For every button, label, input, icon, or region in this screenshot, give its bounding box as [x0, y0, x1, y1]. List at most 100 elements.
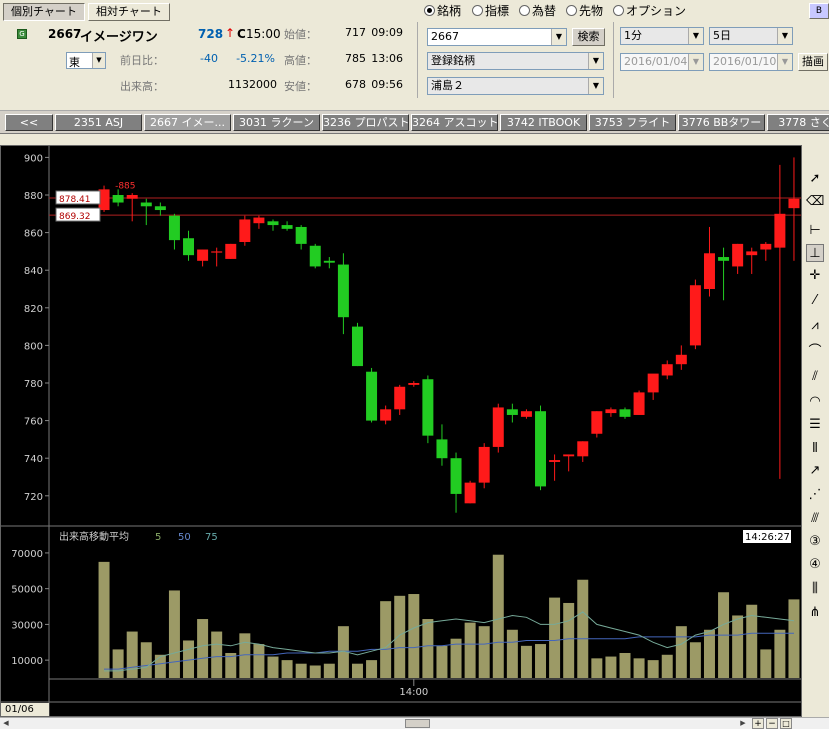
volume-ma-title: 出来高移動平均 [59, 530, 129, 543]
candle-body [351, 326, 363, 367]
volume-bar [520, 645, 532, 678]
scroll-thumb[interactable] [405, 719, 430, 728]
price-tick-label: 800 [24, 341, 43, 352]
fan-lines-icon[interactable]: ⩘ [806, 317, 824, 335]
three-point-icon[interactable]: ③ [806, 533, 824, 551]
tab-individual-chart[interactable]: 個別チャート [3, 3, 85, 21]
candle-body [760, 243, 772, 250]
registered-select[interactable]: 登録銘柄 ▼ [427, 52, 604, 70]
candle-body [450, 458, 462, 494]
tab-prev[interactable]: << [5, 114, 53, 131]
volume-tick-label: 70000 [11, 549, 43, 560]
ray-icon[interactable]: ↗ [806, 462, 824, 480]
market-select[interactable]: 東 ▼ [66, 52, 106, 69]
cursor-icon[interactable]: ➚ [806, 170, 824, 188]
marker-label-lower: 869.32 [59, 212, 91, 222]
zoom-in-icon[interactable]: + [752, 718, 764, 729]
tab-2667[interactable]: 2667 イメー... [144, 114, 231, 131]
tab-relative-chart[interactable]: 相対チャート [88, 3, 170, 21]
horizontal-line-icon[interactable]: ⊢ [806, 222, 824, 240]
radio-futures[interactable]: 先物 [566, 4, 603, 18]
chart-svg[interactable]: 900 880 860 840 820 800 780 760 740 720 878.41 869.… [1, 146, 801, 716]
fib-time-icon[interactable]: ⦀ [806, 440, 824, 458]
radio-index[interactable]: 指標 [472, 4, 509, 18]
cycle-lines-icon[interactable]: ⫼ [806, 580, 824, 598]
stock-name: イメージワン [80, 30, 158, 45]
market-value: 東 [69, 56, 80, 69]
tab-3742[interactable]: 3742 ITBOOK [500, 114, 587, 131]
volume-bar [464, 622, 476, 678]
corner-b-button[interactable]: B [809, 3, 829, 19]
eraser-icon[interactable]: ⌫ [806, 193, 824, 211]
volume-bar [647, 660, 659, 678]
volume-bar [126, 631, 138, 678]
candle-body [774, 213, 786, 248]
price-tick-label: 780 [24, 379, 43, 390]
tab-3778[interactable]: 3778 さくら [767, 114, 829, 131]
tab-3236[interactable]: 3236 プロパスト [322, 114, 409, 131]
volume-bar [366, 660, 378, 678]
candle-body [183, 238, 195, 256]
price-tick-label: 840 [24, 266, 43, 277]
scroll-left-arrow-icon[interactable]: ◀ [0, 718, 12, 729]
date-to-select[interactable]: 2016/01/10 ▼ [709, 53, 793, 71]
candle-body [605, 409, 617, 414]
four-point-icon[interactable]: ④ [806, 556, 824, 574]
candle-body [168, 215, 180, 241]
change-value: -40 [200, 52, 218, 65]
radio-symbol[interactable]: 銘柄 [424, 4, 461, 18]
fib-arc-icon[interactable]: ◠ [806, 393, 824, 411]
vertical-line-icon[interactable]: ⊥ [806, 244, 824, 262]
trend-line-icon[interactable]: ⁄ [806, 292, 824, 310]
volume-bar [535, 644, 547, 678]
pitchfork-icon[interactable]: ⋔ [806, 604, 824, 622]
volume-bar [309, 665, 321, 678]
tab-3031[interactable]: 3031 ラクーン [233, 114, 320, 131]
horizontal-scrollbar[interactable]: ◀ ▶ + − □ [0, 717, 829, 729]
tab-2351[interactable]: 2351 ASJ [55, 114, 142, 131]
fib-fan-icon[interactable]: ⫽ [806, 368, 824, 386]
radio-options[interactable]: オプション [613, 4, 686, 18]
zoom-out-icon[interactable]: − [766, 718, 778, 729]
change-percent: -5.21% [236, 52, 275, 65]
volume-bar [140, 642, 152, 678]
candle-body [675, 354, 687, 365]
interval-select[interactable]: 1分 ▼ [620, 27, 704, 45]
scroll-right-arrow-icon[interactable]: ▶ [737, 718, 749, 729]
search-button[interactable]: 検索 [572, 28, 605, 46]
tab-3776[interactable]: 3776 BBタワー [678, 114, 765, 131]
crosshair-icon[interactable]: ✛ [806, 267, 824, 285]
volume-bar [281, 660, 293, 678]
candle-body [225, 243, 237, 259]
gann-fan-icon[interactable]: ⋰ [806, 486, 824, 504]
watchlist-select[interactable]: 浦島２ ▼ [427, 77, 604, 95]
chart-area[interactable]: 900 880 860 840 820 800 780 760 740 720 878.41 869.… [0, 145, 802, 717]
span-select[interactable]: 5日 ▼ [709, 27, 793, 45]
tab-3264[interactable]: 3264 アスコット [411, 114, 498, 131]
symbol-input[interactable]: 2667 ▼ [427, 28, 567, 46]
candle-body [126, 195, 138, 199]
stock-icon: G [17, 29, 27, 39]
candle-body [633, 392, 645, 415]
arc-icon[interactable]: ⌒ [806, 343, 824, 361]
candle-body [337, 264, 349, 318]
draw-button[interactable]: 描画 [798, 53, 828, 71]
fib-retracement-icon[interactable]: ☰ [806, 416, 824, 434]
date-from-select[interactable]: 2016/01/04 ▼ [620, 53, 704, 71]
span-value: 5日 [713, 29, 731, 42]
zoom-reset-icon[interactable]: □ [780, 718, 792, 729]
price-tick-label: 720 [24, 492, 43, 503]
candle-body [577, 441, 589, 457]
volume-bar [267, 656, 279, 678]
candle-body [619, 409, 631, 417]
candle-body [492, 407, 504, 447]
volume-bar [605, 656, 617, 678]
volume-bar [112, 649, 124, 678]
candle-body [366, 371, 378, 421]
radio-fx[interactable]: 為替 [519, 4, 556, 18]
chevron-down-icon: ▼ [777, 28, 792, 44]
volume-bar [211, 631, 223, 678]
channel-icon[interactable]: ⫻ [806, 510, 824, 528]
tab-3753[interactable]: 3753 フライト [589, 114, 676, 131]
date-from-value: 2016/01/04 [624, 55, 688, 68]
